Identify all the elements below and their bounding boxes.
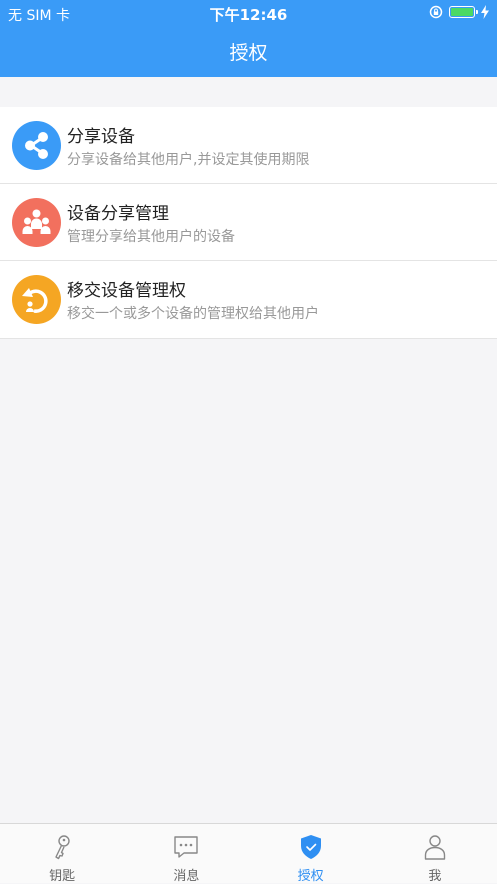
tab-label: 授权 [297,869,324,884]
row-title: 设备分享管理 [67,204,169,224]
share-icon [12,121,61,170]
transfer-icon [12,275,61,324]
tab-me[interactable]: 我 [373,824,497,884]
key-icon [55,835,70,860]
tab-keys[interactable]: 钥匙 [0,824,124,884]
status-bar: 无 SIM 卡 下午12:46 [0,0,497,26]
tab-bar: 钥匙 消息 授权 我 [0,823,497,884]
person-icon [424,835,446,860]
shield-icon [300,835,321,859]
tab-label: 消息 [173,869,200,884]
row-subtitle: 移交一个或多个设备的管理权给其他用户 [67,306,319,322]
page-title: 授权 [229,42,268,64]
group-icon [12,198,61,247]
header: 无 SIM 卡 下午12:46 授权 [0,0,497,77]
clock: 下午12:46 [209,6,288,24]
transfer-admin-row[interactable]: 移交设备管理权 移交一个或多个设备的管理权给其他用户 [0,261,497,339]
device-share-management-row[interactable]: 设备分享管理 管理分享给其他用户的设备 [0,184,497,261]
row-subtitle: 管理分享给其他用户的设备 [67,229,235,245]
battery-level [451,8,473,16]
battery-icon [449,6,478,18]
tab-label: 钥匙 [49,869,76,884]
charging-icon [481,5,489,19]
share-device-row[interactable]: 分享设备 分享设备给其他用户,并设定其使用期限 [0,107,497,184]
tab-authorization[interactable]: 授权 [249,824,373,884]
message-icon [174,836,199,858]
status-icons [429,5,489,19]
row-title: 分享设备 [67,127,135,147]
tab-messages[interactable]: 消息 [124,824,248,884]
row-title: 移交设备管理权 [67,281,186,301]
auth-options-list: 分享设备 分享设备给其他用户,并设定其使用期限 设备分享管理 管理分享给其他用户… [0,107,497,339]
row-subtitle: 分享设备给其他用户,并设定其使用期限 [67,152,310,168]
orientation-lock-icon [429,5,443,19]
tab-label: 我 [428,869,442,884]
